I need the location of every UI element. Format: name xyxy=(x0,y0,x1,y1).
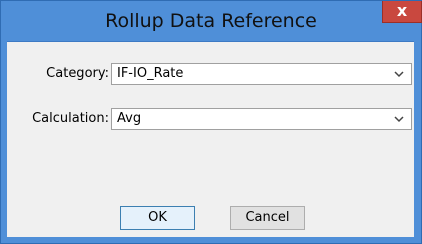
close-button[interactable]: x xyxy=(382,1,422,23)
rollup-data-reference-dialog: Rollup Data Reference x Category: IF-IO_… xyxy=(0,0,422,244)
title-bar[interactable]: Rollup Data Reference x xyxy=(1,1,422,41)
calculation-label: Calculation: xyxy=(32,111,109,126)
calculation-select[interactable]: Avg xyxy=(111,108,412,130)
chevron-down-icon xyxy=(394,71,404,78)
ok-button[interactable]: OK xyxy=(120,206,195,230)
chevron-down-icon xyxy=(394,116,404,123)
cancel-button[interactable]: Cancel xyxy=(230,206,305,230)
category-select[interactable]: IF-IO_Rate xyxy=(111,63,412,85)
dialog-body: Category: IF-IO_Rate Calculation: Avg OK… xyxy=(7,41,414,237)
category-label: Category: xyxy=(46,66,109,81)
calculation-select-value: Avg xyxy=(117,111,142,126)
dialog-title: Rollup Data Reference xyxy=(105,10,317,32)
category-select-value: IF-IO_Rate xyxy=(117,66,184,81)
close-icon: x xyxy=(396,1,408,20)
